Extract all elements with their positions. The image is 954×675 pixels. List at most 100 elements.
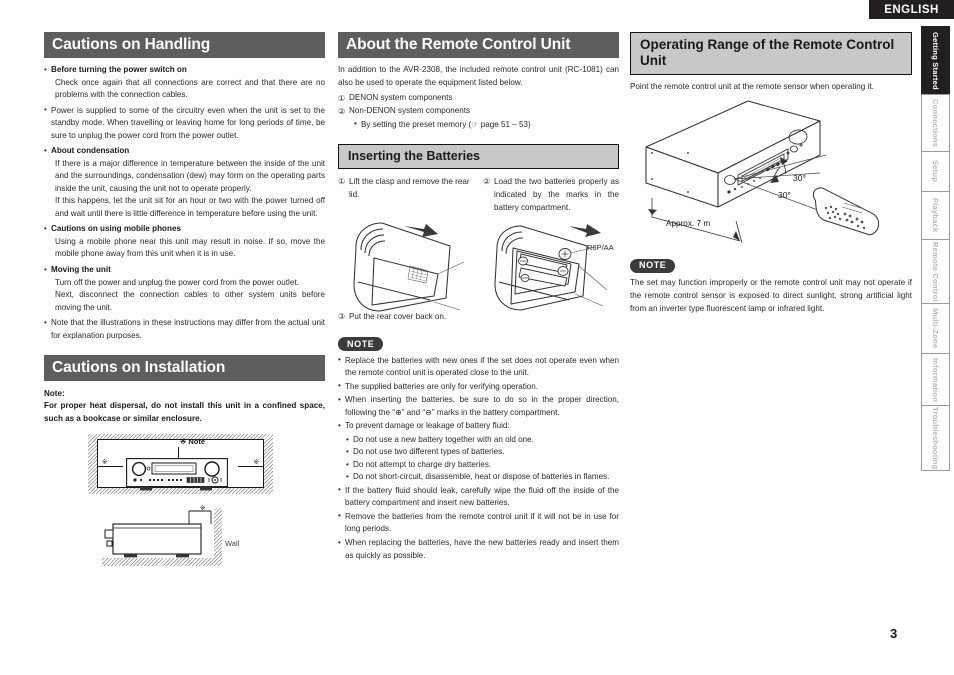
battery-steps: ① Lift the clasp and remove the rear lid… [338, 176, 619, 317]
operating-range-note-block: NOTE The set may function improperly or … [630, 255, 912, 315]
list-item-text: Do not use a new battery together with a… [353, 434, 534, 444]
enclosure-hatched-top: ※ ※ ※ Note [88, 433, 273, 494]
list-item: Moving the unit Turn off the power and u… [44, 264, 325, 314]
list-item-text: Using a mobile phone near this unit may … [55, 236, 325, 259]
tab-label: Connections [931, 98, 940, 148]
circled-number-icon: ① [338, 93, 346, 103]
list-item: Replace the batteries with new ones if t… [338, 354, 619, 380]
list-item-text: Turn off the power and unplug the power … [55, 277, 299, 287]
list-item-text: Remove the batteries from the remote con… [345, 511, 619, 534]
tab-remote-control[interactable]: Remote Control [921, 239, 950, 303]
battery-step-2-text: Load the two batteries properly as indic… [494, 176, 619, 212]
list-item-text: If this happens, let the unit sit for an… [55, 196, 325, 218]
remote-rear-lid-illustration [353, 222, 465, 312]
list-item-text: When inserting the batteries, be sure to… [345, 395, 619, 417]
tab-getting-started[interactable]: Getting Started [921, 26, 950, 94]
list-item: ② Non-DENON system components [338, 105, 619, 118]
middle-column: About the Remote Control Unit In additio… [338, 32, 619, 563]
list-item: Note that the illustrations in these ins… [44, 317, 325, 342]
right-column: Operating Range of the Remote Control Un… [630, 32, 912, 315]
note-badge: NOTE [338, 337, 384, 351]
list-item-text: When replacing the batteries, have the n… [345, 538, 619, 560]
circled-number-icon: ② [483, 177, 491, 187]
list-item-text: Note that the illustrations in these ins… [51, 318, 325, 340]
angle-label-bottom: 30° [778, 190, 791, 201]
remote-capability-list: ① DENON system components ② Non-DENON sy… [338, 92, 619, 118]
section-heading-about-remote: About the Remote Control Unit [338, 32, 619, 59]
section-heading-cautions-installation: Cautions on Installation [44, 355, 325, 382]
clearance-marker-wall: ※ [200, 504, 206, 512]
list-item-title: About condensation [51, 146, 130, 156]
list-item-text: The supplied batteries are only for veri… [345, 381, 539, 391]
note-badge: NOTE [630, 258, 676, 273]
list-item: Before turning the power switch on Check… [44, 64, 325, 102]
section-tabs: Getting Started Connections Setup Playba… [921, 26, 950, 471]
list-item-text: Power is supplied to some of the circuit… [51, 105, 325, 140]
battery-step-2: ② Load the two batteries properly as ind… [483, 176, 619, 317]
list-item-text: Replace the batteries with new ones if t… [345, 355, 619, 378]
battery-type-label: R6P/AA [587, 242, 614, 252]
tab-label: Troubleshooting [931, 406, 940, 470]
operating-range-intro: Point the remote control unit at the rem… [630, 81, 874, 91]
section-heading-inserting-batteries: Inserting the Batteries [338, 143, 619, 169]
installation-note-label: Note: [44, 389, 65, 399]
clearance-marker-left: ※ [102, 458, 108, 466]
tab-label: Playback [931, 198, 940, 233]
battery-step-1-text: Lift the clasp and remove the rear lid. [349, 176, 470, 199]
battery-step-3-text: Put the rear cover back on. [349, 311, 447, 321]
circled-number-icon: ③ [338, 312, 346, 322]
tab-connections[interactable]: Connections [921, 94, 950, 151]
installation-figure: ※ ※ ※ Note Wall ※ [88, 433, 273, 566]
circled-number-icon: ① [338, 177, 346, 187]
page-number: 3 [890, 626, 898, 641]
battery-step-3: ③ Put the rear cover back on. [338, 311, 619, 324]
tab-playback[interactable]: Playback [921, 191, 950, 239]
tab-multi-zone[interactable]: Multi-Zone [921, 303, 950, 353]
tab-label: Remote Control [931, 241, 940, 302]
list-item-title: Before turning the power switch on [51, 65, 187, 75]
list-item-text: Check once again that all connections ar… [55, 77, 325, 100]
list-item-text: Do not attempt to charge dry batteries. [353, 459, 492, 469]
clearance-line-right [238, 465, 264, 467]
side-view-figure: Wall ※ [88, 504, 273, 566]
list-item: ① DENON system components [338, 92, 619, 105]
distance-label: Approx. 7 m [666, 219, 711, 229]
list-item-text: If there is a major difference in temper… [55, 158, 325, 193]
tab-troubleshooting[interactable]: Troubleshooting [921, 405, 950, 471]
battery-note-list-after: If the battery fluid should leak, carefu… [338, 484, 619, 562]
list-item-title: Cautions on using mobile phones [51, 224, 181, 234]
list-item: Do not use a new battery together with a… [346, 434, 619, 447]
list-item: The supplied batteries are only for veri… [338, 380, 619, 394]
battery-note-sublist: Do not use a new battery together with a… [338, 434, 619, 484]
operating-range-figure: 30° 30° Approx. 7 m [630, 95, 912, 251]
section-heading-operating-range: Operating Range of the Remote Control Un… [630, 32, 912, 75]
tab-setup[interactable]: Setup [921, 151, 950, 191]
list-item-text: If the battery fluid should leak, carefu… [345, 485, 619, 508]
list-item: When inserting the batteries, be sure to… [338, 394, 619, 419]
list-item: Cautions on using mobile phones Using a … [44, 223, 325, 261]
list-item: About condensation If there is a major d… [44, 145, 325, 220]
tab-information[interactable]: Information [921, 353, 950, 405]
list-item: Do not short-circuit, disassemble, heat … [346, 471, 619, 484]
installation-note-text: For proper heat dispersal, do not instal… [44, 401, 325, 423]
left-column: Cautions on Handling Before turning the … [44, 32, 325, 566]
angle-label-top: 30° [793, 173, 806, 184]
list-item: Remove the batteries from the remote con… [338, 510, 619, 536]
list-item: When replacing the batteries, have the n… [338, 537, 619, 562]
list-item: Power is supplied to some of the circuit… [44, 104, 325, 143]
amplifier-side-illustration [104, 510, 212, 558]
list-item: To prevent damage or leakage of battery … [338, 420, 619, 433]
cautions-handling-list: Before turning the power switch on Check… [44, 64, 325, 342]
language-badge: ENGLISH [869, 0, 954, 19]
tab-label: Multi-Zone [931, 308, 940, 349]
list-item-text: By setting the preset memory (☞ page 51 … [361, 119, 531, 129]
list-item-text: Do not short-circuit, disassemble, heat … [353, 472, 610, 482]
note-callout-label: ※ Note [180, 436, 206, 446]
wall-label: Wall [225, 538, 240, 548]
battery-step-1: ① Lift the clasp and remove the rear lid… [338, 176, 473, 317]
list-item-title: Moving the unit [51, 265, 111, 275]
preset-memory-note: By setting the preset memory (☞ page 51 … [354, 119, 619, 132]
about-remote-intro: In addition to the AVR-2308, the include… [338, 65, 619, 87]
tab-label: Information [931, 357, 940, 402]
list-item-text: DENON system components [349, 93, 453, 103]
